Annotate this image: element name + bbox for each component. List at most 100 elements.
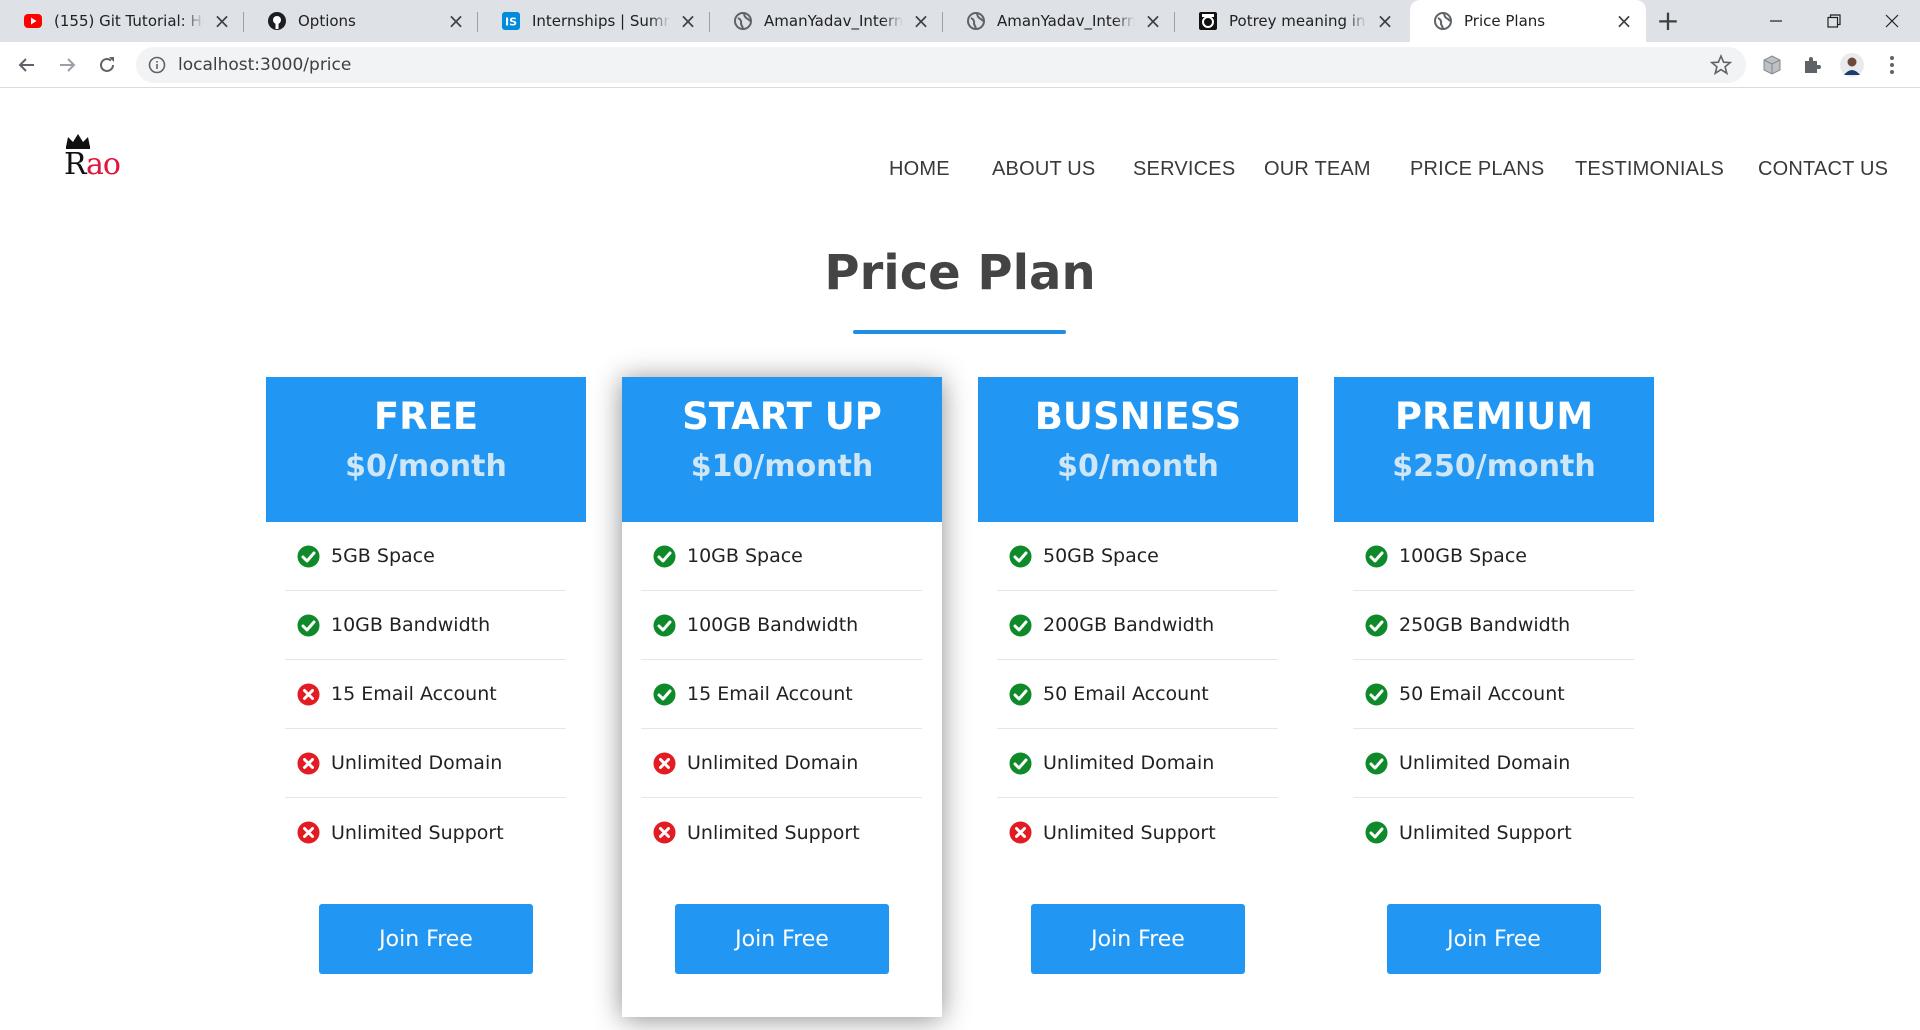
feature-text: 50 Email Account: [1043, 683, 1209, 705]
nav-our-team[interactable]: OUR TEAM: [1264, 158, 1371, 181]
plan-price: $10/month: [690, 449, 874, 484]
feature-text: 15 Email Account: [331, 683, 497, 705]
join-button[interactable]: Join Free: [319, 904, 533, 974]
price-card: PREMIUM $250/month 100GB Space 250GB Bandwi…: [1334, 377, 1654, 1017]
close-icon[interactable]: ×: [911, 11, 931, 31]
tab-title: Potrey meaning in Hindi: [1229, 12, 1367, 30]
menu-dots-icon[interactable]: [1880, 53, 1904, 77]
feature-text: 250GB Bandwidth: [1399, 614, 1571, 636]
logo-letter-r: R: [64, 147, 87, 182]
plan-price: $0/month: [1057, 449, 1219, 484]
close-icon[interactable]: ×: [1143, 11, 1163, 31]
profile-avatar[interactable]: [1840, 53, 1864, 77]
browser-tab-active[interactable]: Price Plans ×: [1410, 0, 1646, 42]
feature-text: 200GB Bandwidth: [1043, 614, 1215, 636]
youtube-icon: [24, 12, 42, 30]
browser-tab[interactable]: Options ×: [244, 0, 478, 42]
cross-circle-icon: [653, 752, 676, 775]
restore-icon[interactable]: [1806, 0, 1862, 42]
browser-tab[interactable]: IS Internships | Summer Internships ×: [478, 0, 710, 42]
feature-text: Unlimited Support: [1399, 821, 1572, 844]
feature-item: 10GB Bandwidth: [285, 591, 566, 660]
minimize-icon[interactable]: [1748, 0, 1804, 42]
reload-icon[interactable]: [92, 50, 122, 80]
feature-item: 200GB Bandwidth: [997, 591, 1278, 660]
check-circle-icon: [1009, 545, 1032, 568]
info-icon[interactable]: [148, 56, 166, 74]
close-icon[interactable]: ×: [1614, 11, 1634, 31]
feature-text: 100GB Space: [1399, 545, 1527, 567]
feature-text: 10GB Bandwidth: [331, 614, 491, 636]
close-window-icon[interactable]: [1864, 0, 1920, 42]
nav-about-us[interactable]: ABOUT US: [992, 158, 1095, 181]
feature-text: Unlimited Support: [687, 821, 860, 844]
feature-text: 15 Email Account: [687, 683, 853, 705]
check-circle-icon: [1009, 614, 1032, 637]
feature-item: 100GB Bandwidth: [641, 591, 922, 660]
plan-name: FREE: [373, 395, 479, 438]
browser-tab[interactable]: AmanYadav_Internshala ×: [710, 0, 943, 42]
feature-list: 5GB Space 10GB Bandwidth 15 Email Account U…: [285, 522, 566, 867]
plan-price: $250/month: [1392, 449, 1596, 484]
feature-text: Unlimited Support: [1043, 821, 1216, 844]
tab-title: (155) Git Tutorial: How: [54, 12, 204, 30]
cross-circle-icon: [297, 683, 320, 706]
plan-name: PREMIUM: [1394, 395, 1594, 438]
feature-item: 50 Email Account: [1353, 660, 1634, 729]
feature-text: Unlimited Support: [331, 821, 504, 844]
plan-name: START UP: [682, 395, 882, 438]
price-card: FREE $0/month 5GB Space 10GB Bandwidth 15 Em…: [266, 377, 586, 1017]
feature-item: Unlimited Support: [285, 798, 566, 867]
nav-home[interactable]: HOME: [889, 158, 950, 181]
close-icon[interactable]: ×: [212, 11, 232, 31]
check-circle-icon: [653, 545, 676, 568]
cross-circle-icon: [653, 821, 676, 844]
nav-testimonials[interactable]: TESTIMONIALS: [1575, 158, 1724, 181]
browser-tabstrip: (155) Git Tutorial: How × Options × IS I…: [0, 0, 1920, 42]
close-icon[interactable]: ×: [1375, 11, 1395, 31]
tab-title: AmanYadav_Internshala: [997, 12, 1135, 30]
browser-tab[interactable]: (155) Git Tutorial: How ×: [0, 0, 244, 42]
browser-tab[interactable]: AmanYadav_Internshala ×: [943, 0, 1175, 42]
cross-circle-icon: [1009, 821, 1032, 844]
card-header: PREMIUM $250/month: [1334, 377, 1654, 522]
check-circle-icon: [1009, 683, 1032, 706]
check-circle-icon: [297, 614, 320, 637]
join-button[interactable]: Join Free: [1031, 904, 1245, 974]
forward-arrow-icon[interactable]: [52, 50, 82, 80]
tab-title: Options: [298, 12, 356, 30]
feature-item: Unlimited Support: [641, 798, 922, 867]
join-button[interactable]: Join Free: [1387, 904, 1601, 974]
site-logo[interactable]: R ao: [62, 133, 124, 183]
extensions-puzzle-icon[interactable]: [1800, 53, 1824, 77]
feature-item: Unlimited Domain: [285, 729, 566, 798]
extension-cube-icon[interactable]: [1760, 53, 1784, 77]
feature-text: Unlimited Domain: [1399, 752, 1571, 774]
nav-contact-us[interactable]: CONTACT US: [1758, 158, 1888, 181]
feature-item: 250GB Bandwidth: [1353, 591, 1634, 660]
address-bar[interactable]: localhost:3000/price: [136, 47, 1746, 83]
join-button[interactable]: Join Free: [675, 904, 889, 974]
feature-item: Unlimited Domain: [641, 729, 922, 798]
check-circle-icon: [1365, 683, 1388, 706]
browser-tab[interactable]: Potrey meaning in Hindi ×: [1175, 0, 1407, 42]
internshala-icon: IS: [502, 12, 520, 30]
check-circle-icon: [1365, 545, 1388, 568]
close-icon[interactable]: ×: [446, 11, 466, 31]
bookmark-star-icon[interactable]: [1709, 53, 1733, 76]
feature-item: 15 Email Account: [641, 660, 922, 729]
close-icon[interactable]: ×: [678, 11, 698, 31]
nav-price-plans[interactable]: PRICE PLANS: [1410, 158, 1544, 181]
feature-item: 15 Email Account: [285, 660, 566, 729]
globe-icon: [1434, 12, 1452, 30]
title-underline: [853, 330, 1066, 334]
nav-services[interactable]: SERVICES: [1133, 158, 1235, 181]
feature-item: Unlimited Support: [997, 798, 1278, 867]
url-text: localhost:3000/price: [178, 55, 352, 75]
feature-list: 50GB Space 200GB Bandwidth 50 Email Accoun…: [997, 522, 1278, 867]
plan-price: $0/month: [345, 449, 507, 484]
back-arrow-icon[interactable]: [12, 50, 42, 80]
new-tab-button[interactable]: +: [1654, 7, 1682, 36]
feature-list: 10GB Space 100GB Bandwidth 15 Email Accoun…: [641, 522, 922, 867]
feature-item: 100GB Space: [1353, 522, 1634, 591]
